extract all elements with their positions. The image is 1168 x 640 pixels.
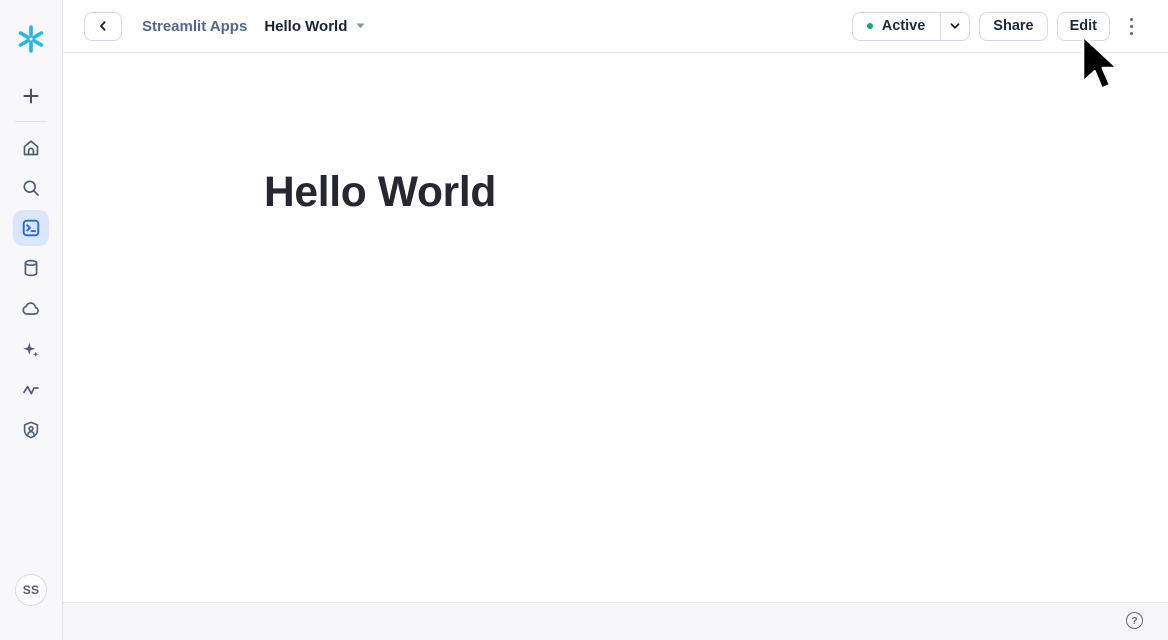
status-split-button: Active — [852, 12, 971, 41]
header-actions: Active Share Edit — [852, 12, 1142, 41]
user-avatar[interactable]: SS — [15, 574, 47, 606]
chevron-down-icon — [949, 20, 961, 32]
sidebar-item-data-products[interactable] — [13, 291, 49, 327]
sidebar: SS — [0, 0, 63, 640]
sidebar-item-monitoring[interactable] — [13, 372, 49, 408]
footer-bar: ? — [63, 602, 1168, 640]
sparkles-icon — [21, 340, 41, 360]
sidebar-item-home[interactable] — [13, 130, 49, 166]
chevron-left-icon — [96, 19, 110, 33]
status-label: Active — [882, 18, 926, 34]
status-dot — [867, 23, 873, 29]
back-button[interactable] — [84, 12, 122, 41]
sidebar-item-search[interactable] — [13, 170, 49, 206]
status-caret-button[interactable] — [940, 13, 969, 40]
help-icon[interactable]: ? — [1126, 612, 1143, 629]
plus-icon — [21, 86, 41, 106]
sidebar-item-create[interactable] — [13, 78, 49, 114]
activity-icon — [21, 380, 41, 400]
page-title: Hello World — [264, 18, 347, 35]
share-button[interactable]: Share — [979, 12, 1047, 41]
kebab-menu-icon[interactable] — [1120, 12, 1142, 41]
top-bar: Streamlit Apps Hello World Active Share … — [63, 0, 1168, 53]
status-button[interactable]: Active — [853, 13, 941, 40]
app-heading: Hello World — [264, 166, 496, 219]
home-icon — [21, 138, 41, 158]
cloud-icon — [21, 299, 41, 319]
app-title-dropdown[interactable]: Hello World — [264, 18, 365, 35]
sidebar-item-projects[interactable] — [13, 210, 49, 246]
sidebar-item-admin[interactable] — [13, 412, 49, 448]
avatar-initials: SS — [23, 583, 40, 597]
caret-down-icon — [356, 23, 365, 29]
snowflake-logo-icon — [15, 23, 47, 55]
sidebar-divider — [15, 121, 47, 122]
terminal-icon — [21, 218, 41, 238]
help-label: ? — [1131, 615, 1137, 627]
shield-user-icon — [21, 420, 41, 440]
search-icon — [21, 178, 41, 198]
sidebar-item-data[interactable] — [13, 250, 49, 286]
sidebar-item-ai-ml[interactable] — [13, 332, 49, 368]
edit-button[interactable]: Edit — [1057, 12, 1110, 41]
database-icon — [21, 258, 41, 278]
breadcrumb-streamlit-apps[interactable]: Streamlit Apps — [142, 18, 247, 35]
